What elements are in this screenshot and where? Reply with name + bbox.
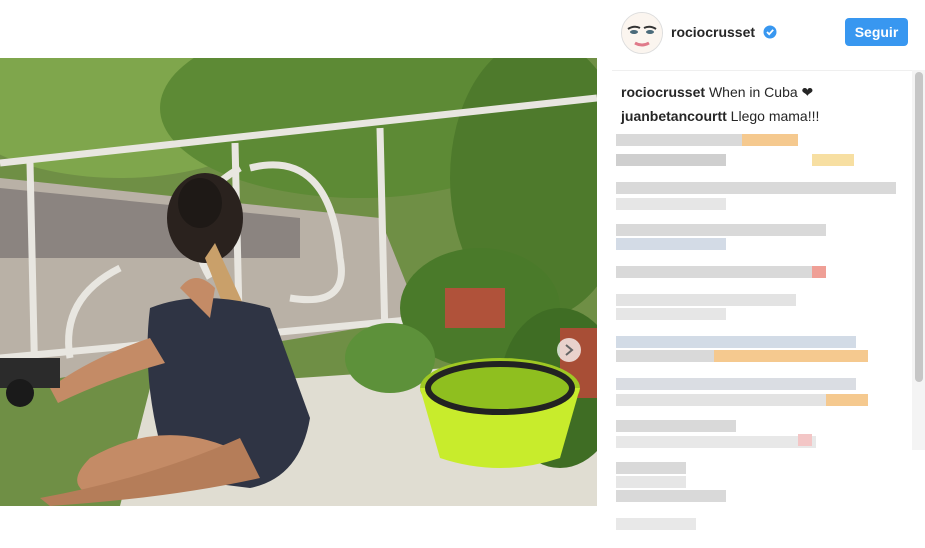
follow-button[interactable]: Seguir	[845, 18, 908, 46]
avatar[interactable]	[621, 12, 663, 54]
post-header: rociocrusset Seguir	[612, 0, 912, 71]
comment-item: juanbetancourtt Llego mama!!!	[621, 108, 819, 124]
comment-user[interactable]: juanbetancourtt	[621, 108, 727, 124]
photo-image	[0, 58, 597, 506]
pixelated-comments	[616, 134, 896, 530]
comment-user[interactable]: rociocrusset	[621, 84, 705, 100]
username[interactable]: rociocrusset	[671, 24, 755, 40]
comment-caption: rociocrusset When in Cuba ❤	[621, 84, 813, 101]
comment-text: When in Cuba ❤	[708, 84, 814, 100]
verified-badge-icon	[763, 25, 777, 39]
post-photo[interactable]	[0, 58, 597, 506]
chevron-right-icon[interactable]	[557, 338, 581, 362]
scrollbar-thumb[interactable]	[915, 72, 923, 382]
post-sidebar: rociocrusset Seguir rociocrusset When in…	[612, 0, 925, 548]
comment-text: Llego mama!!!	[730, 108, 820, 124]
